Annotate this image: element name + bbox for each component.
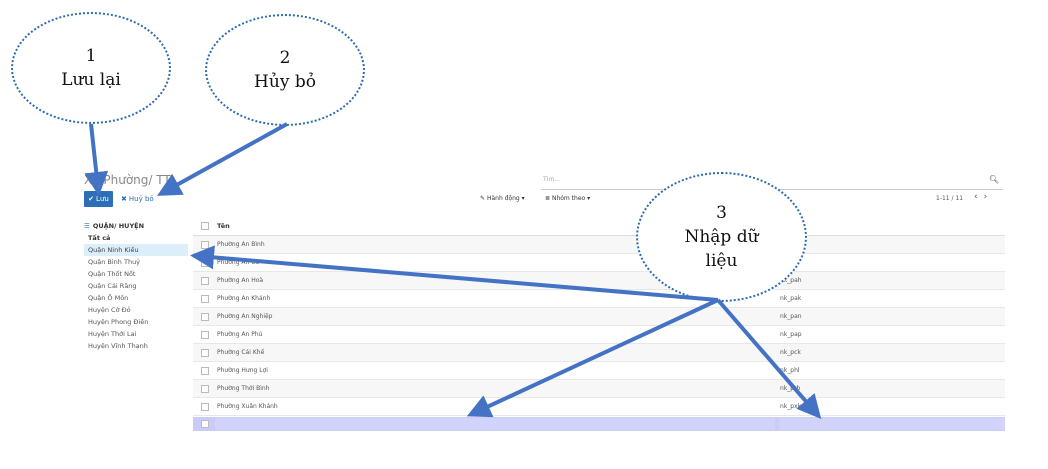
arrow-to-cancel	[156, 122, 288, 196]
annotation-arrows	[84, 122, 822, 420]
arrow-to-name-input	[466, 298, 719, 418]
arrow-to-code-input	[716, 298, 822, 420]
arrow-to-ninh-kieu	[190, 245, 719, 302]
arrow-to-save	[84, 123, 109, 196]
